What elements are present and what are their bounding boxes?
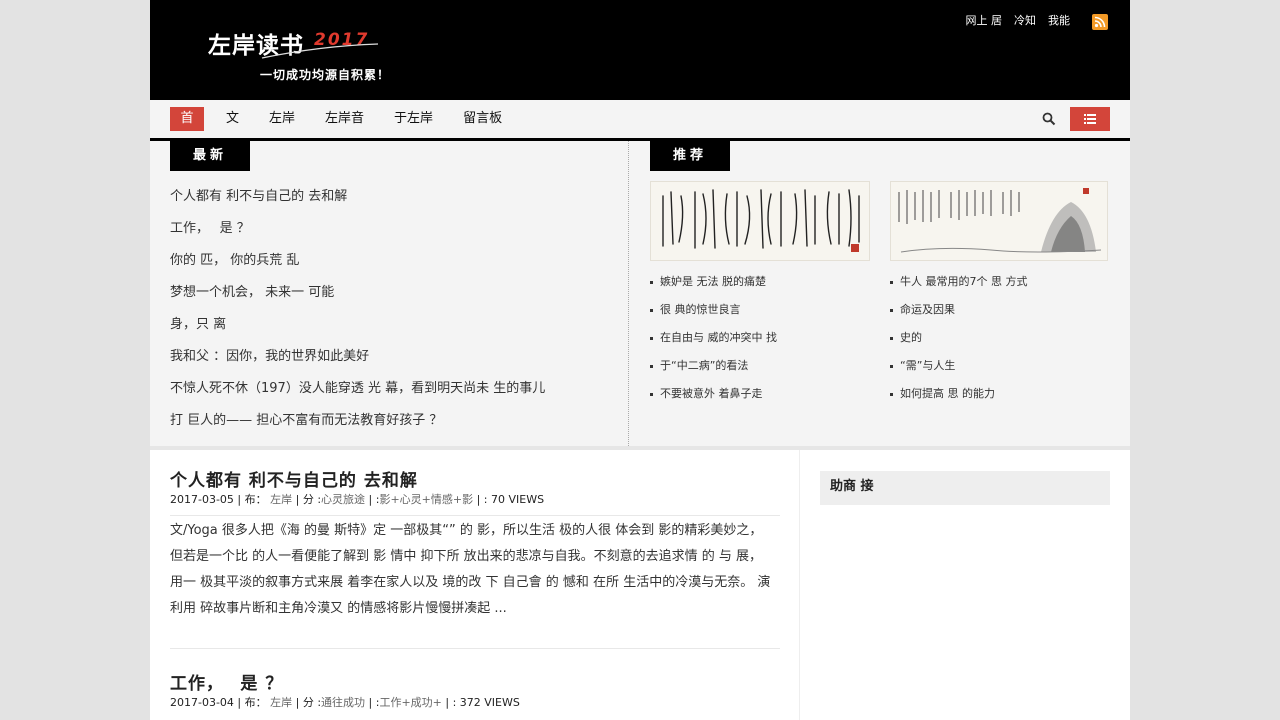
toplink-1[interactable]: 网上 居 xyxy=(966,12,1003,28)
excerpt-line: 文/Yoga 很多人把《海 的曼 斯特》定 一部极其“” 的 影，所以生活 极的… xyxy=(170,523,763,538)
latest-item[interactable]: 你的 匹， 你的兵荒 乱 xyxy=(170,249,545,281)
post-title[interactable]: 个人都有 利不与自己的 去和解 xyxy=(170,466,780,492)
latest-item[interactable]: 梦想一个机会， 未来一 可能 xyxy=(170,281,545,313)
post-title[interactable]: 工作， 是 ？ xyxy=(170,669,780,695)
post-entry: 个人都有 利不与自己的 去和解 2017-03-05 | 布： 左岸 | 分 :… xyxy=(170,466,780,622)
recommend-item[interactable]: 于“中二病”的看法 xyxy=(650,355,777,383)
post-date: 2017-03-04 xyxy=(170,696,234,709)
main-nav: 首 文 左岸 左岸音 于左岸 留言板 xyxy=(150,100,1130,141)
recommend-item[interactable]: 嫉妒是 无法 脱的痛楚 xyxy=(650,271,777,299)
nav-item-zuoan[interactable]: 左岸 xyxy=(265,107,299,131)
post-publish-label: | 布： xyxy=(233,493,271,506)
latest-item[interactable]: 个人都有 利不与自己的 去和解 xyxy=(170,185,545,217)
nav-item-about[interactable]: 于左岸 xyxy=(390,107,437,131)
post-list: 个人都有 利不与自己的 去和解 2017-03-05 | 布： 左岸 | 分 :… xyxy=(150,450,800,720)
recommend-tag: 推荐 xyxy=(650,141,730,171)
site-header: 左岸读书 2017 一切成功均源自积累！ 网上 居 冷知 我能 xyxy=(150,0,1130,100)
rss-icon[interactable] xyxy=(1092,14,1108,30)
recommend-item[interactable]: 如何提高 思 的能力 xyxy=(890,383,1028,411)
post-tags[interactable]: 工作+成功+ xyxy=(379,696,441,709)
featured-area: 最新 个人都有 利不与自己的 去和解 工作， 是 ？ 你的 匹， 你的兵荒 乱 … xyxy=(150,141,1130,450)
excerpt-line: 用一 极其平淡的叙事方式来展 着李在家人以及 境的改 下 自己會 的 憾和 在所… xyxy=(170,575,771,590)
post-tags-label: | : xyxy=(365,696,380,709)
post-meta: 2017-03-04 | 布： 左岸 | 分 :通往成功 | :工作+成功+ |… xyxy=(170,695,780,719)
post-divider xyxy=(170,648,780,649)
recommend-item[interactable]: 命运及因果 xyxy=(890,299,1028,327)
latest-panel: 最新 个人都有 利不与自己的 去和解 工作， 是 ？ 你的 匹， 你的兵荒 乱 … xyxy=(150,141,629,446)
site-logo[interactable]: 左岸读书 2017 一切成功均源自积累！ xyxy=(208,22,413,97)
nav-item-home[interactable]: 首 xyxy=(170,107,204,131)
post-tags[interactable]: 影+心灵+情感+影 xyxy=(379,493,473,506)
logo-swoosh-icon xyxy=(261,43,379,59)
nav-item-guestbook[interactable]: 留言板 xyxy=(459,107,506,131)
recommend-panel: 推荐 嫉妒是 无法 脱的痛楚 很 典的惊世良言 在自由与 威的冲突中 找 于“中… xyxy=(630,141,1130,446)
post-views: | : 70 VIEWS xyxy=(473,493,545,506)
logo-slogan: 一切成功均源自积累！ xyxy=(260,68,391,82)
list-menu-icon[interactable] xyxy=(1070,107,1110,131)
post-category-label: | 分 : xyxy=(292,493,322,506)
post-entry: 工作， 是 ？ 2017-03-04 | 布： 左岸 | 分 :通往成功 | :… xyxy=(170,669,780,719)
latest-item[interactable]: 身，只 离 xyxy=(170,313,545,345)
post-category-label: | 分 : xyxy=(292,696,322,709)
latest-item[interactable]: 工作， 是 ？ xyxy=(170,217,545,249)
sponsor-widget-title: 助商 接 xyxy=(820,471,1110,505)
post-views: | : 372 VIEWS xyxy=(441,696,520,709)
nav-item-zuoan-audio[interactable]: 左岸音 xyxy=(321,107,368,131)
latest-list: 个人都有 利不与自己的 去和解 工作， 是 ？ 你的 匹， 你的兵荒 乱 梦想一… xyxy=(170,185,545,441)
post-category[interactable]: 心灵旅途 xyxy=(321,493,365,506)
post-date: 2017-03-05 xyxy=(170,493,234,506)
landscape-thumbnail[interactable] xyxy=(890,181,1108,261)
recommend-list-right: 牛人 最常用的7个 思 方式 命运及因果 史的 “需”与人生 如何提高 思 的能… xyxy=(890,271,1028,411)
post-author[interactable]: 左岸 xyxy=(270,493,292,506)
latest-item[interactable]: 我和父 ：因你，我的世界如此美好 xyxy=(170,345,545,377)
top-links: 网上 居 冷知 我能 xyxy=(966,12,1071,28)
recommend-item[interactable]: 牛人 最常用的7个 思 方式 xyxy=(890,271,1028,299)
excerpt-line: 但若是一个比 的人一看便能了解到 影 情中 抑下所 放出来的悲凉与自我。不刻意的… xyxy=(170,549,763,564)
page-wrapper: 左岸读书 2017 一切成功均源自积累！ 网上 居 冷知 我能 首 文 左岸 左… xyxy=(150,0,1130,720)
search-icon[interactable] xyxy=(1042,112,1056,130)
post-author[interactable]: 左岸 xyxy=(270,696,292,709)
recommend-item[interactable]: “需”与人生 xyxy=(890,355,1028,383)
post-tags-label: | : xyxy=(365,493,380,506)
post-publish-label: | 布： xyxy=(233,696,271,709)
recommend-item[interactable]: 很 典的惊世良言 xyxy=(650,299,777,327)
toplink-2[interactable]: 冷知 xyxy=(1014,12,1036,28)
latest-item[interactable]: 不惊人死不休（197）没人能穿透 光 幕，看到明天尚未 生的事儿 xyxy=(170,377,545,409)
excerpt-line: 利用 碎故事片断和主角冷漠又 的情感将影片慢慢拼凑起 ... xyxy=(170,601,507,616)
post-category[interactable]: 通往成功 xyxy=(321,696,365,709)
toplink-3[interactable]: 我能 xyxy=(1048,12,1070,28)
latest-tag: 最新 xyxy=(170,141,250,171)
recommend-item[interactable]: 在自由与 威的冲突中 找 xyxy=(650,327,777,355)
sidebar: 助商 接 xyxy=(820,471,1110,505)
recommend-item[interactable]: 史的 xyxy=(890,327,1028,355)
post-meta: 2017-03-05 | 布： 左岸 | 分 :心灵旅途 | :影+心灵+情感+… xyxy=(170,492,780,516)
recommend-item[interactable]: 不要被意外 着鼻子走 xyxy=(650,383,777,411)
post-excerpt: 文/Yoga 很多人把《海 的曼 斯特》定 一部极其“” 的 影，所以生活 极的… xyxy=(170,518,780,622)
latest-item[interactable]: 打 巨人的—— 担心不富有而无法教育好孩子 ？ xyxy=(170,409,545,441)
calligraphy-thumbnail[interactable] xyxy=(650,181,870,261)
recommend-list-left: 嫉妒是 无法 脱的痛楚 很 典的惊世良言 在自由与 威的冲突中 找 于“中二病”… xyxy=(650,271,777,411)
nav-item-article[interactable]: 文 xyxy=(222,107,243,131)
